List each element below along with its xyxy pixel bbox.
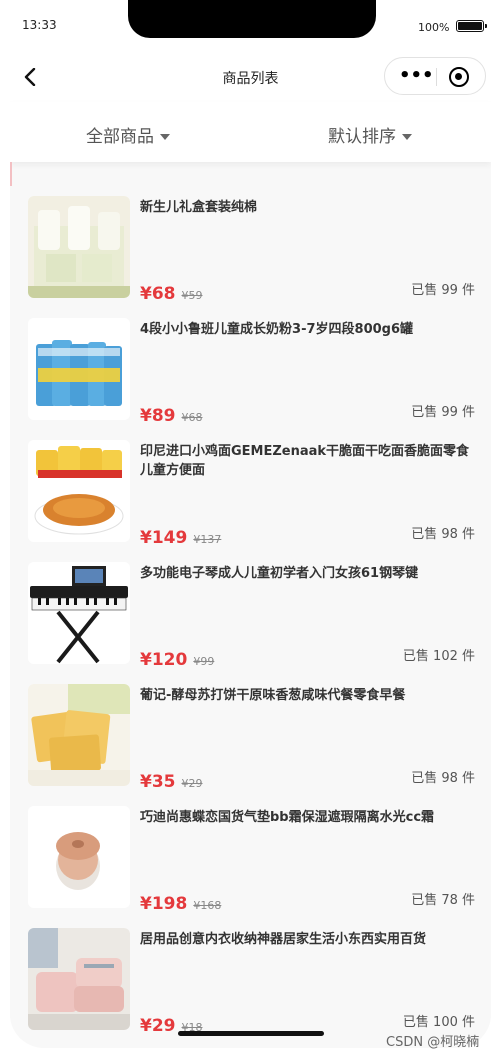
product-price: ¥89 ¥68 [140,406,203,426]
caret-down-icon [160,134,170,140]
product-item[interactable]: 印尼进口小鸡面GEMEZenaak干脆面干吃面香脆面零食儿童方便面 ¥149 ¥1… [10,430,491,552]
watermark: CSDN @柯晓楠 [386,1035,480,1050]
product-title: 印尼进口小鸡面GEMEZenaak干脆面干吃面香脆面零食儿童方便面 [140,444,470,478]
price-value: ¥198 [140,894,188,914]
product-title: 居用品创意内衣收纳神器居家生活小东西实用百货 [140,932,427,947]
status-time: 13:33 [22,18,57,32]
sold-count: 已售 98 件 [411,527,475,542]
product-price: ¥35 ¥29 [140,772,203,792]
nav-bar: 商品列表 ••• [10,52,491,102]
filter-all-label: 全部商品 [86,127,154,147]
price-value: ¥89 [140,406,176,426]
home-indicator[interactable] [178,1031,324,1036]
product-title: 4段小小鲁班儿童成长奶粉3-7岁四段800g6罐 [140,322,414,337]
price-value: ¥35 [140,772,176,792]
close-target-icon[interactable] [449,67,469,87]
product-price: ¥149 ¥137 [140,528,221,548]
battery-icon [456,20,487,32]
product-price: ¥120 ¥99 [140,650,214,670]
product-image-soda-crackers [28,684,130,786]
product-title: 多功能电子琴成人儿童初学者入门女孩61钢琴键 [140,566,419,581]
original-price: ¥29 [181,777,203,790]
price-value: ¥149 [140,528,188,548]
product-item[interactable]: 新生儿礼盒套装纯棉 ¥68 ¥59 已售 99 件 [10,186,491,308]
sold-count: 已售 100 件 [402,1015,475,1030]
phone-screen: 13:33 100% 商品列表 ••• 全部商品 默认排序 新生儿礼盒套装纯棉 … [10,0,491,1048]
original-price: ¥59 [181,289,203,302]
product-title: 新生儿礼盒套装纯棉 [140,200,258,215]
filter-bar: 全部商品 默认排序 [10,102,491,162]
filter-all-products[interactable]: 全部商品 [86,122,170,147]
filter-sort-label: 默认排序 [328,127,396,147]
sold-count: 已售 99 件 [411,283,475,298]
status-bar: 13:33 100% [10,0,491,52]
mini-program-capsule: ••• [384,57,486,95]
battery-percent: 100% [418,21,450,34]
product-title: 巧迪尚惠蝶恋国货气垫bb霜保湿遮瑕隔离水光cc霜 [140,810,435,825]
price-value: ¥68 [140,284,176,304]
original-price: ¥168 [193,899,222,912]
original-price: ¥99 [193,655,215,668]
product-price: ¥68 ¥59 [140,284,203,304]
product-image-storage-box [28,928,130,1030]
price-value: ¥29 [140,1016,176,1036]
product-image-snack-noodles [28,440,130,542]
product-image-electronic-keyboard [28,562,130,664]
product-item[interactable]: 巧迪尚惠蝶恋国货气垫bb霜保湿遮瑕隔离水光cc霜 ¥198 ¥168 已售 78 … [10,796,491,918]
product-price: ¥198 ¥168 [140,894,221,914]
product-image-milk-powder-cans [28,318,130,420]
product-list: 新生儿礼盒套装纯棉 ¥68 ¥59 已售 99 件 4段小小鲁班儿童成长奶粉3-7… [10,186,491,1040]
sold-count: 已售 102 件 [402,649,475,664]
sold-count: 已售 99 件 [411,405,475,420]
price-value: ¥120 [140,650,188,670]
product-item[interactable]: 多功能电子琴成人儿童初学者入门女孩61钢琴键 ¥120 ¥99 已售 102 件 [10,552,491,674]
original-price: ¥68 [181,411,203,424]
product-image-cushion-compact [28,806,130,908]
product-item[interactable]: 4段小小鲁班儿童成长奶粉3-7岁四段800g6罐 ¥89 ¥68 已售 99 件 [10,308,491,430]
caret-down-icon [402,134,412,140]
sold-count: 已售 78 件 [411,893,475,908]
sold-count: 已售 98 件 [411,771,475,786]
filter-default-sort[interactable]: 默认排序 [328,122,412,147]
capsule-divider [436,68,437,86]
original-price: ¥137 [193,533,222,546]
product-image-baby-gift-box [28,196,130,298]
product-item[interactable]: 葡记-酵母苏打饼干原味香葱咸味代餐零食早餐 ¥35 ¥29 已售 98 件 [10,674,491,796]
product-title: 葡记-酵母苏打饼干原味香葱咸味代餐零食早餐 [140,688,406,703]
notch [128,0,376,38]
more-options-icon[interactable]: ••• [399,67,434,85]
product-item[interactable]: 居用品创意内衣收纳神器居家生活小东西实用百货 ¥29 ¥18 已售 100 件 [10,918,491,1040]
